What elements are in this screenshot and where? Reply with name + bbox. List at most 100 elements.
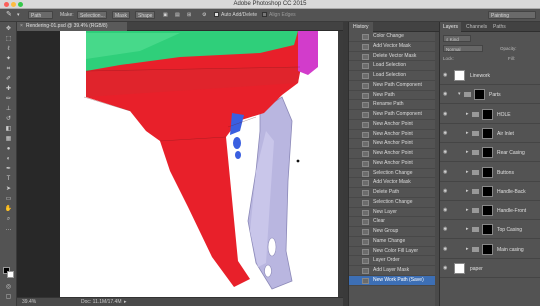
document-canvas[interactable] [60,31,340,297]
layer-mask-thumbnail[interactable] [482,243,493,255]
status-menu-arrow-icon[interactable]: ▸ [124,298,127,306]
expand-arrow-right-icon[interactable]: ▸ [466,208,469,213]
layer-mask-thumbnail[interactable] [482,224,493,236]
history-item[interactable]: Name Change [349,237,439,247]
document-tab[interactable]: × Rendering-01.psd @ 39.4% (RGB/8) [17,22,127,31]
move-tool-icon[interactable]: ✥ [4,26,13,33]
blur-tool-icon[interactable]: ● [4,146,13,153]
kind-filter-select[interactable]: ⌕ Kind [443,35,471,42]
history-item[interactable]: New Work Path (Save) [349,275,439,286]
expand-arrow-right-icon[interactable]: ▸ [466,130,469,136]
layer-name[interactable]: Top Casing [497,221,522,239]
quick-mask-icon[interactable]: ◎ [4,284,13,291]
expand-arrow-right-icon[interactable]: ▸ [466,111,469,117]
layer-mask-thumbnail[interactable] [482,108,493,120]
history-item[interactable]: New Anchor Point [349,120,439,130]
layer-name[interactable]: Air Inlet [497,125,514,143]
crop-tool-icon[interactable]: ⌗ [4,66,13,73]
hand-tool-icon[interactable]: ✋ [4,206,13,213]
layer-mask-thumbnail[interactable] [482,185,493,197]
layer-row[interactable]: ◉ ▾ Parts [440,86,540,105]
history-item[interactable]: New Path Component [349,110,439,120]
visibility-eye-icon[interactable]: ◉ [443,188,449,194]
layer-mask-thumbnail[interactable] [482,147,493,159]
history-item[interactable]: Selection Change [349,198,439,208]
layer-row[interactable]: ◉ ▸ Handle-Front [440,202,540,221]
history-item[interactable]: New Anchor Point [349,130,439,140]
history-item[interactable]: New Layer [349,208,439,218]
history-item[interactable]: Color Change [349,32,439,42]
visibility-eye-icon[interactable]: ◉ [443,92,449,97]
history-item[interactable]: Layer Order [349,256,439,266]
history-item[interactable]: Add Layer Mask [349,266,439,276]
path-selection-tool-icon[interactable]: ➤ [4,186,13,193]
layer-row[interactable]: ◉ paper [440,260,540,278]
pen-tool-icon[interactable]: ✒ [4,166,13,173]
healing-brush-tool-icon[interactable]: ✚ [4,86,13,93]
visibility-eye-icon[interactable]: ◉ [443,111,449,117]
history-item[interactable]: Add Vector Mask [349,42,439,52]
visibility-eye-icon[interactable]: ◉ [443,150,449,155]
marquee-tool-icon[interactable]: ⬚ [4,36,13,43]
layer-mask-thumbnail[interactable] [482,127,493,139]
layer-row[interactable]: ◉ ▸ HOLE [440,106,540,124]
history-item[interactable]: Selection Change [349,169,439,179]
layer-row[interactable]: ◉ ▸ Air Inlet [440,125,540,143]
visibility-eye-icon[interactable]: ◉ [443,227,449,232]
layer-name[interactable]: Handle-Front [497,202,526,220]
layer-name[interactable]: paper [470,260,483,278]
expand-arrow-right-icon[interactable]: ▸ [466,246,469,252]
visibility-eye-icon[interactable]: ◉ [443,73,449,78]
workspace-select[interactable]: Painting [488,11,536,19]
background-color-swatch[interactable] [7,271,14,278]
history-scrollbar[interactable] [435,32,439,306]
history-item[interactable]: New Color Fill Layer [349,247,439,257]
expand-arrow-right-icon[interactable]: ▸ [466,169,469,175]
quick-selection-tool-icon[interactable]: ✦ [4,56,13,63]
expand-arrow-down-icon[interactable]: ▾ [458,92,461,97]
history-tab[interactable]: History [349,22,373,32]
history-item[interactable]: New Anchor Point [349,139,439,149]
eyedropper-tool-icon[interactable]: ✐ [4,76,13,83]
zoom-level[interactable]: 39.4% [22,298,36,306]
shape-tool-icon[interactable]: ▭ [4,196,13,203]
type-tool-icon[interactable]: T [4,176,13,183]
brush-tool-icon[interactable]: ✏ [4,96,13,103]
tab-paths[interactable]: Paths [490,22,509,32]
layer-name[interactable]: HOLE [497,106,511,124]
blend-mode-select[interactable]: Normal [443,45,483,52]
visibility-eye-icon[interactable]: ◉ [443,130,449,136]
lasso-tool-icon[interactable]: ℓ [4,46,13,53]
layer-row[interactable]: ◉ ▸ Main casing [440,241,540,259]
layer-name[interactable]: Handle-Back [497,183,526,201]
path-alignment-icon[interactable]: ▤ [175,11,180,19]
zoom-tool-icon[interactable]: ⌕ [4,216,13,223]
history-item[interactable]: New Anchor Point [349,149,439,159]
layer-thumbnail[interactable] [454,70,465,81]
layer-row[interactable]: ◉ ▸ Handle-Back [440,183,540,201]
layer-name[interactable]: Buttons [497,164,514,182]
layer-name[interactable]: Parts [489,86,501,104]
visibility-eye-icon[interactable]: ◉ [443,266,449,271]
path-arrangement-icon[interactable]: ⊞ [187,11,191,19]
dodge-tool-icon[interactable]: ◐ [4,156,13,163]
settings-gear-icon[interactable]: ⚙ [202,11,206,19]
screen-mode-icon[interactable]: ▢ [4,294,13,301]
layer-row[interactable]: ◉ ▸ Top Casing [440,221,540,240]
layer-thumbnail[interactable] [454,263,465,274]
canvas-area[interactable] [17,31,343,297]
layer-mask-thumbnail[interactable] [482,166,493,178]
history-item[interactable]: Add Vector Mask [349,178,439,188]
expand-arrow-right-icon[interactable]: ▸ [466,150,469,155]
layer-name[interactable]: Rear Casing [497,144,525,162]
layer-row[interactable]: ◉ Linework [440,67,540,85]
tool-preset-chevron-icon[interactable]: ▾ [17,11,20,19]
history-item[interactable]: New Path Component [349,81,439,91]
layer-name[interactable]: Main casing [497,241,524,259]
history-item[interactable]: Delete Path [349,188,439,198]
pen-tool-icon[interactable]: ✎ [6,11,12,19]
tab-channels[interactable]: Channels [463,22,490,32]
visibility-eye-icon[interactable]: ◉ [443,208,449,213]
path-operations-icon[interactable]: ▣ [163,11,168,19]
layer-row[interactable]: ◉ ▸ Buttons [440,164,540,182]
